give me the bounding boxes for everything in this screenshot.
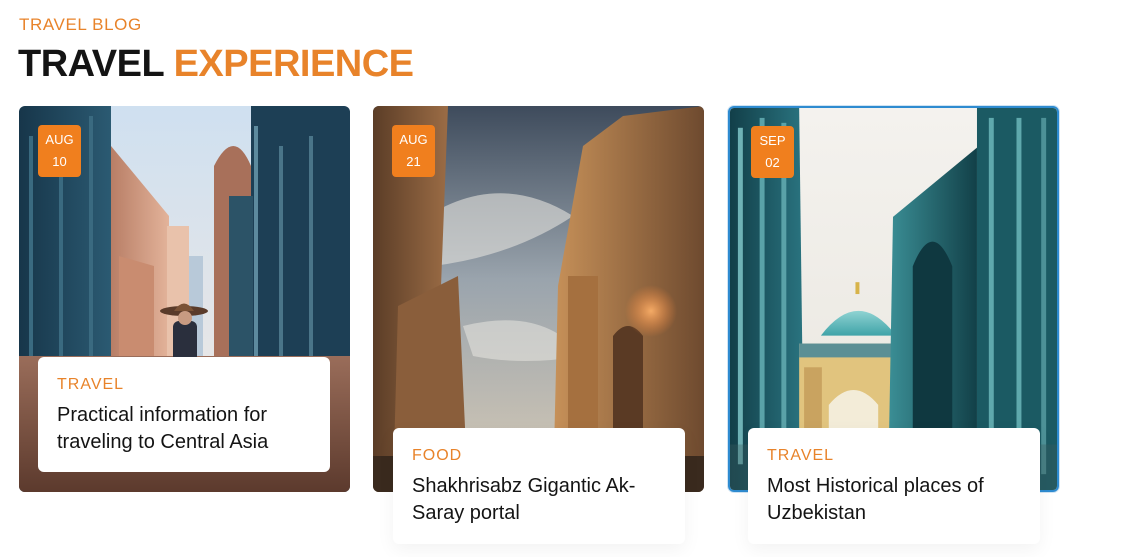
date-month: AUG xyxy=(399,132,428,147)
post-title[interactable]: Practical information for traveling to C… xyxy=(57,402,310,456)
title-word-2: EXPERIENCE xyxy=(173,43,414,85)
post-title[interactable]: Most Historical places of Uzbekistan xyxy=(767,473,1020,527)
post-category[interactable]: TRAVEL xyxy=(57,375,310,395)
date-badge: AUG 10 xyxy=(38,125,81,177)
date-day: 10 xyxy=(52,154,67,169)
blog-eyebrow: TRAVEL BLOG xyxy=(19,15,142,34)
post-title[interactable]: Shakhrisabz Gigantic Ak-Saray portal xyxy=(412,473,665,527)
date-day: 02 xyxy=(765,155,780,170)
date-month: AUG xyxy=(45,132,74,147)
page-title: TRAVEL EXPERIENCE xyxy=(18,42,414,86)
post-info-2[interactable]: FOOD Shakhrisabz Gigantic Ak-Saray porta… xyxy=(393,428,685,544)
post-category[interactable]: FOOD xyxy=(412,446,665,466)
post-category[interactable]: TRAVEL xyxy=(767,446,1020,466)
date-badge: AUG 21 xyxy=(392,125,435,177)
date-day: 21 xyxy=(406,154,421,169)
post-info-1[interactable]: TRAVEL Practical information for traveli… xyxy=(38,357,330,472)
date-month: SEP xyxy=(759,133,786,148)
post-info-3[interactable]: TRAVEL Most Historical places of Uzbekis… xyxy=(748,428,1040,544)
title-word-1: TRAVEL xyxy=(18,43,164,85)
date-badge: SEP 02 xyxy=(751,126,794,178)
